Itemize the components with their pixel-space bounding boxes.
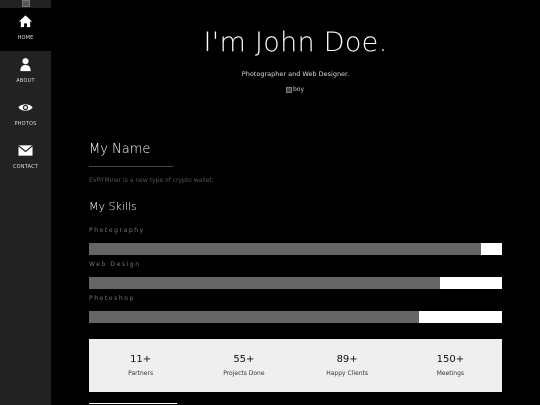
hero-image: boy: [286, 86, 304, 93]
sidebar: HOME ABOUT PHOTOS CONTACT: [0, 0, 51, 405]
sidebar-item-label: CONTACT: [12, 164, 39, 170]
user-icon: [20, 58, 31, 72]
bottom-divider: [89, 403, 177, 404]
stat-value: 11+: [130, 354, 152, 365]
hero-subtitle: Photographer and Web Designer.: [241, 70, 350, 78]
skill-bar-fill: [89, 277, 441, 289]
stat-label: Happy Clients: [326, 370, 368, 377]
skills-heading: My Skills: [89, 200, 137, 213]
sidebar-item-contact[interactable]: CONTACT: [0, 137, 51, 180]
hero-title: I'm John Doe.: [203, 27, 388, 58]
skill-label-photoshop: Photoshop: [89, 295, 135, 302]
skill-label-web-design: Web Design: [89, 261, 141, 268]
stat-clients: 89+ Happy Clients: [296, 339, 399, 392]
skill-bar-fill: [89, 311, 420, 323]
stat-label: Projects Done: [223, 370, 265, 377]
stat-partners: 11+ Partners: [89, 339, 192, 392]
logo-image[interactable]: [0, 0, 51, 8]
sidebar-item-label: PHOTOS: [14, 121, 37, 127]
sidebar-item-photos[interactable]: PHOTOS: [0, 94, 51, 137]
name-description: EVRYMiner is a new type of crypto wallet…: [89, 177, 214, 184]
stat-projects: 55+ Projects Done: [192, 339, 295, 392]
stat-meetings: 150+ Meetings: [399, 339, 502, 392]
heading-divider: [89, 166, 173, 167]
stat-value: 89+: [336, 354, 358, 365]
sidebar-item-label: ABOUT: [16, 78, 35, 84]
hero-image-alt: boy: [293, 86, 305, 93]
eye-icon: [18, 104, 33, 111]
stat-value: 150+: [436, 354, 465, 365]
stats-panel: 11+ Partners 55+ Projects Done 89+ Happy…: [89, 339, 502, 392]
skill-bar-fill: [89, 243, 482, 255]
skill-label-photography: Photography: [89, 227, 145, 234]
skill-bar-photography: [89, 243, 502, 255]
sidebar-item-about[interactable]: ABOUT: [0, 51, 51, 94]
stat-value: 55+: [233, 354, 255, 365]
stat-label: Partners: [128, 370, 154, 377]
stat-label: Meetings: [436, 370, 465, 377]
envelope-icon: [18, 145, 33, 156]
broken-image-icon: [286, 86, 292, 93]
skill-bar-web-design: [89, 277, 502, 289]
sidebar-item-label: HOME: [17, 35, 34, 41]
skill-bar-photoshop: [89, 311, 502, 323]
sidebar-item-home[interactable]: HOME: [0, 8, 51, 51]
home-icon: [18, 15, 33, 28]
name-heading: My Name: [89, 142, 151, 157]
